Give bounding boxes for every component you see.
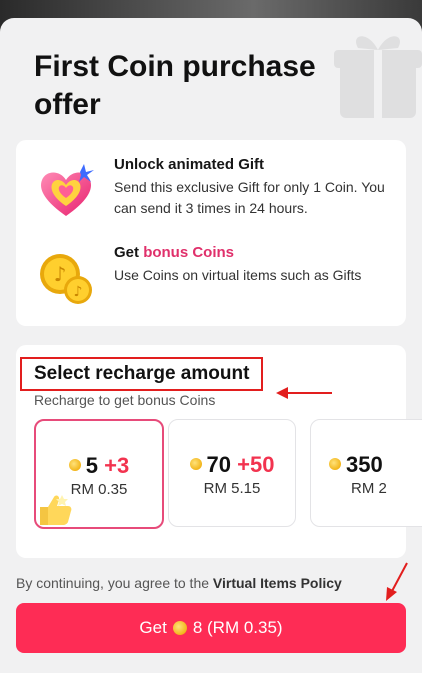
benefit-bonus-coins: ♪ ♪ Get bonus Coins Use Coins on virtual…: [16, 244, 406, 324]
coin-icon: [68, 459, 81, 472]
virtual-items-policy-link[interactable]: Virtual Items Policy: [213, 575, 342, 591]
consent-text: By continuing, you agree to the Virtual …: [16, 575, 342, 591]
coin-icon: [172, 621, 187, 635]
buy-button-prefix: Get: [139, 618, 167, 637]
recharge-section-title: Select recharge amount: [20, 357, 264, 391]
page-title: First Coin purchase offer: [34, 50, 316, 121]
coin-icon: [189, 458, 202, 471]
recharge-option-5[interactable]: 5 +3 RM 0.35: [34, 419, 164, 529]
option-amount: 70 +50: [169, 452, 295, 478]
offer-sheet: First Coin purchase offer Unlock animate…: [0, 18, 422, 673]
option-amount: 5 +3: [36, 453, 162, 479]
svg-text:♪: ♪: [54, 262, 67, 286]
benefit-title: Get bonus Coins: [114, 244, 234, 261]
gift-watermark-icon: [334, 36, 422, 118]
bonus-coins-highlight: bonus Coins: [143, 244, 235, 261]
consent-prefix: By continuing, you agree to the: [16, 575, 213, 591]
benefit-description: Send this exclusive Gift for only 1 Coin…: [114, 179, 385, 216]
annotation-arrow-left: [276, 387, 332, 399]
recharge-card: Select recharge amount Recharge to get b…: [16, 345, 422, 558]
get-coins-button[interactable]: Get 8 (RM 0.35): [16, 603, 406, 653]
recharge-option-350[interactable]: 350 RM 2: [310, 419, 422, 527]
buy-button-suffix: 8 (RM 0.35): [192, 618, 283, 637]
benefit-title: Unlock animated Gift: [114, 156, 265, 173]
option-bonus: +3: [104, 453, 130, 478]
svg-text:♪: ♪: [74, 284, 83, 300]
animated-heart-gift-icon: [41, 164, 94, 216]
recharge-option-70[interactable]: 70 +50 RM 5.15: [168, 419, 296, 527]
option-coins: 350: [346, 452, 383, 477]
coin-icon: [329, 458, 341, 471]
thumbs-up-icon: [40, 495, 72, 525]
benefits-card: Unlock animated Gift Send this exclusive…: [16, 140, 406, 326]
recharge-subtitle: Recharge to get bonus Coins: [34, 392, 216, 408]
option-amount: 350: [311, 452, 422, 478]
option-coins: 5: [85, 453, 99, 478]
option-price: RM 2: [351, 480, 387, 497]
annotation-arrow-down: [386, 562, 408, 601]
option-bonus: +50: [237, 452, 275, 477]
benefit-title-prefix: Get: [114, 244, 144, 261]
option-price: RM 5.15: [203, 480, 261, 497]
option-coins: 70: [206, 452, 232, 477]
tiktok-coins-icon: ♪ ♪: [40, 254, 92, 304]
benefit-description: Use Coins on virtual items such as Gifts: [114, 267, 362, 283]
benefit-animated-gift: Unlock animated Gift Send this exclusive…: [16, 156, 406, 236]
